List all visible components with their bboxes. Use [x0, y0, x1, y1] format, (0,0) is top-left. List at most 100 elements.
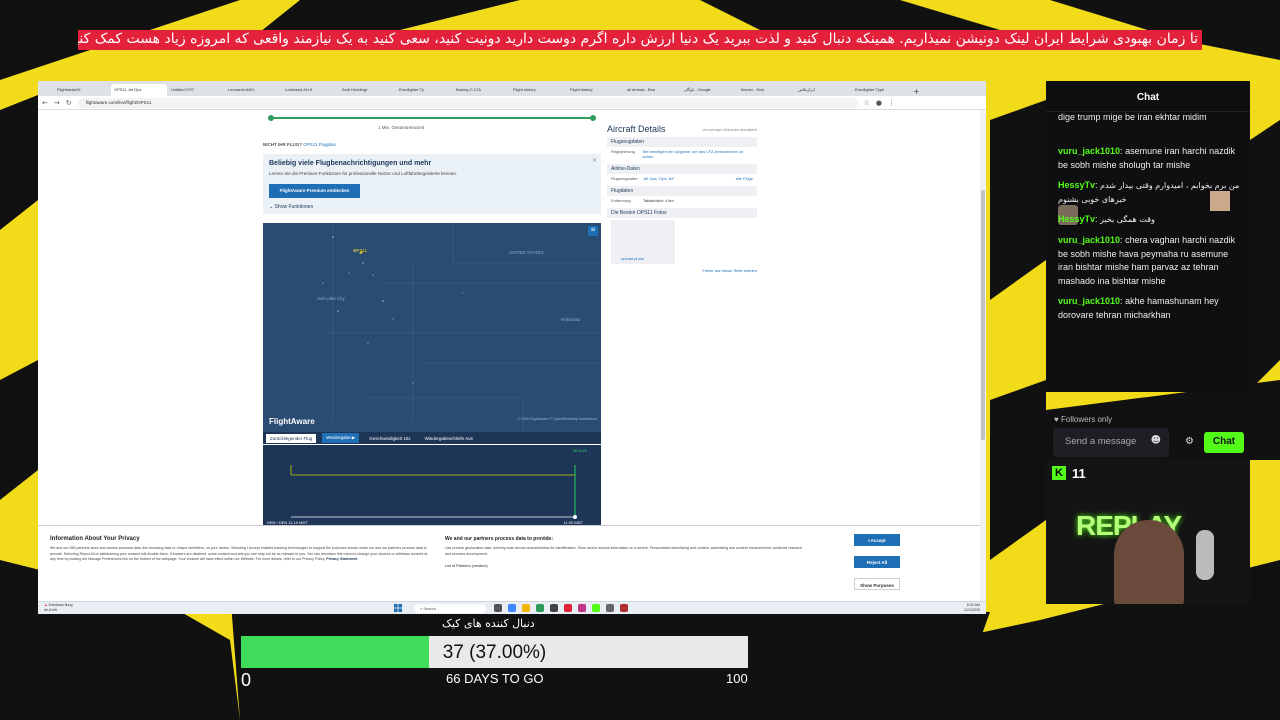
show-purposes-button[interactable]: Show Purposes — [854, 578, 900, 590]
weather-widget[interactable]: ▲ Kriedaaw-flung de-Kreft — [44, 603, 73, 613]
chat-header: Chat — [1046, 81, 1250, 112]
not-your-flight: NICHT IHR FLUG? OPS11 Flugplan — [263, 142, 336, 147]
flight-plan-link[interactable]: OPS11 Flugplan — [303, 142, 336, 147]
app-icon[interactable] — [536, 604, 544, 612]
kick-icon[interactable] — [592, 604, 600, 612]
browser-tab[interactable]: Flightradar24 — [54, 84, 110, 96]
chat-send-button[interactable]: Chat — [1204, 432, 1244, 453]
not-your-flight-label: NICHT IHR FLUG? — [263, 142, 302, 147]
play-button[interactable]: Wiedergabe ▶ — [322, 433, 360, 443]
accept-button[interactable]: I Accept — [854, 534, 900, 546]
close-icon[interactable]: × — [592, 157, 597, 164]
map-label-region: Nebraska — [561, 317, 581, 322]
browser-tab[interactable]: Untitled OTC — [168, 84, 224, 96]
forward-icon[interactable]: → — [54, 99, 60, 107]
partners-list-link[interactable]: List of Partners (vendors) — [445, 564, 488, 568]
row-registration: Registrierung Sie benötigen ein Upgrade, … — [607, 147, 757, 161]
browser-tab[interactable]: Flight history — [567, 84, 623, 96]
chat-username[interactable]: HessyTv — [1058, 180, 1095, 190]
task-view-icon[interactable] — [494, 604, 502, 612]
goal-progress-bar: 37 (37.00%) — [241, 636, 748, 668]
taskbar-clock[interactable]: 6:32 AM 1/21/2026 — [964, 603, 980, 613]
play-label: Wiedergabe — [326, 435, 351, 440]
menu-icon[interactable]: ⋮ — [888, 99, 895, 107]
speed-control[interactable]: Geschwindigkeit 10x — [365, 434, 414, 443]
taskbar-search[interactable]: ⌕ Search — [414, 604, 486, 613]
reload-icon[interactable]: ↻ — [66, 99, 72, 107]
bookmark-star-icon[interactable]: ☆ — [864, 99, 870, 107]
flight-map[interactable]: UNITED STATES Salt Lake City Nebraska OP… — [263, 223, 601, 443]
edge-icon[interactable] — [508, 604, 516, 612]
browser-tab[interactable]: Andi Hoddingt — [339, 84, 395, 96]
chat-username[interactable]: HessyTv — [1058, 214, 1095, 224]
browser-tab[interactable]: ناوگان - Google — [681, 84, 737, 96]
photo-placeholder[interactable]: upload photo — [611, 220, 675, 264]
webcam-overlay: K 11 REPLAY — [1046, 460, 1250, 604]
repeat-label: Wiedergabeschleife — [424, 435, 465, 441]
weather-line2: de-Kreft — [44, 608, 57, 612]
playback-controls: Zurückliegender Flug Wiedergabe ▶ Geschw… — [263, 432, 601, 444]
windows-start-icon[interactable] — [394, 604, 402, 612]
browser-tab[interactable]: Boeing C-17A — [453, 84, 509, 96]
clock-date: 1/21/2026 — [964, 608, 980, 612]
browser-tab[interactable]: Bruder - Kick — [738, 84, 794, 96]
explorer-icon[interactable] — [522, 604, 530, 612]
profile-icon[interactable]: ● — [876, 99, 882, 107]
microphone-icon — [1196, 530, 1214, 580]
chat-message: vuru_jack1010: asemune iran harchi nazdi… — [1058, 146, 1236, 170]
row-distance: Entfernung Tatsächlich: 4 km — [607, 196, 757, 205]
emoji-icon[interactable]: ☻ — [1151, 435, 1161, 446]
cookie-text-body: We and our 958 partners store and access… — [50, 546, 428, 561]
show-features-label: Show Funktionen — [274, 204, 314, 210]
heart-icon: ♥ — [1054, 415, 1059, 424]
browser-tab[interactable]: ali ahmad - Bea — [624, 84, 680, 96]
chat-username[interactable]: vuru_jack1010 — [1058, 146, 1120, 156]
chrome-icon[interactable] — [564, 604, 572, 612]
kick-logo-icon: K — [1052, 466, 1066, 480]
browser-tab[interactable]: Flight history — [510, 84, 566, 96]
back-icon[interactable]: ← — [42, 99, 48, 107]
show-features-link[interactable]: ⌄ Show Funktionen — [269, 204, 313, 210]
reject-all-button[interactable]: Reject All — [854, 556, 900, 568]
new-tab-icon[interactable]: + — [909, 87, 924, 96]
row-value-link[interactable]: Jet Ops "Ops Jet" — [643, 176, 675, 181]
chat-message-text: وقت همگی بخیر — [1100, 215, 1155, 224]
speed-altitude-graph: 96 km/h DEN / DEN 11:19 MDT 11:20 MDT — [263, 445, 601, 527]
chat-username[interactable]: vuru_jack1010 — [1058, 235, 1120, 245]
previous-flight-button[interactable]: Zurückliegender Flug — [266, 433, 317, 443]
privacy-statement-link[interactable]: Privacy Statement — [326, 557, 357, 561]
app-icon[interactable] — [620, 604, 628, 612]
browser-tab[interactable]: Lockheed AH-6 — [282, 84, 338, 96]
browser-tab[interactable]: Eurofighter Typh — [852, 84, 908, 96]
report-error-link[interactable]: Fehler auf dieser Seite melden — [607, 268, 757, 273]
browser-tab[interactable]: Leonardo AW1 — [225, 84, 281, 96]
instagram-icon[interactable] — [578, 604, 586, 612]
viewer-count: 11 — [1072, 466, 1086, 481]
kick-chat-panel: Chat dige trump mige be iran ekhtar midi… — [1046, 81, 1250, 457]
map-label-city: Salt Lake City — [317, 296, 345, 301]
section-aircraft-data: Flugzeugdaten — [607, 137, 757, 147]
cookie-purposes-text: Use precise geolocation data. Actively s… — [445, 546, 803, 556]
section-photos: Die Besten OPS11 Fotos — [607, 208, 757, 218]
goal-progress-label: 37 (37.00%) — [442, 642, 547, 663]
app-icon[interactable] — [550, 604, 558, 612]
all-flights-link[interactable]: alle Flüge — [736, 176, 753, 181]
chat-username[interactable]: vuru_jack1010 — [1058, 296, 1120, 306]
browser-tab-active[interactable]: OPS11 Jet Ops — [111, 84, 167, 96]
scroll-thumb[interactable] — [981, 190, 985, 440]
chat-message-input[interactable]: Send a message ☻ — [1053, 428, 1169, 457]
browser-tab[interactable]: Eurofighter Ty — [396, 84, 452, 96]
repeat-toggle[interactable]: Wiedergabeschleife Aus — [421, 434, 477, 443]
premium-button[interactable]: FlightAware Premium entdecken — [269, 184, 360, 198]
layers-icon[interactable]: ≡ — [588, 226, 598, 236]
upload-photo-link[interactable]: upload photo — [621, 256, 644, 261]
speed-value: 10x — [403, 435, 411, 441]
row-value-link[interactable]: Sie benötigen ein Upgrade, um das LFZ-Ke… — [642, 149, 753, 159]
taskbar-search-label: Search — [423, 606, 437, 611]
graph-lines — [263, 445, 601, 527]
page-scrollbar[interactable] — [980, 110, 986, 601]
settings-icon[interactable] — [606, 604, 614, 612]
browser-tab[interactable]: ایران‌تلاش — [795, 84, 851, 96]
gear-icon[interactable]: ⚙ — [1185, 436, 1194, 447]
url-field[interactable]: flightaware.com/live/flight/OPS11 — [77, 97, 858, 108]
